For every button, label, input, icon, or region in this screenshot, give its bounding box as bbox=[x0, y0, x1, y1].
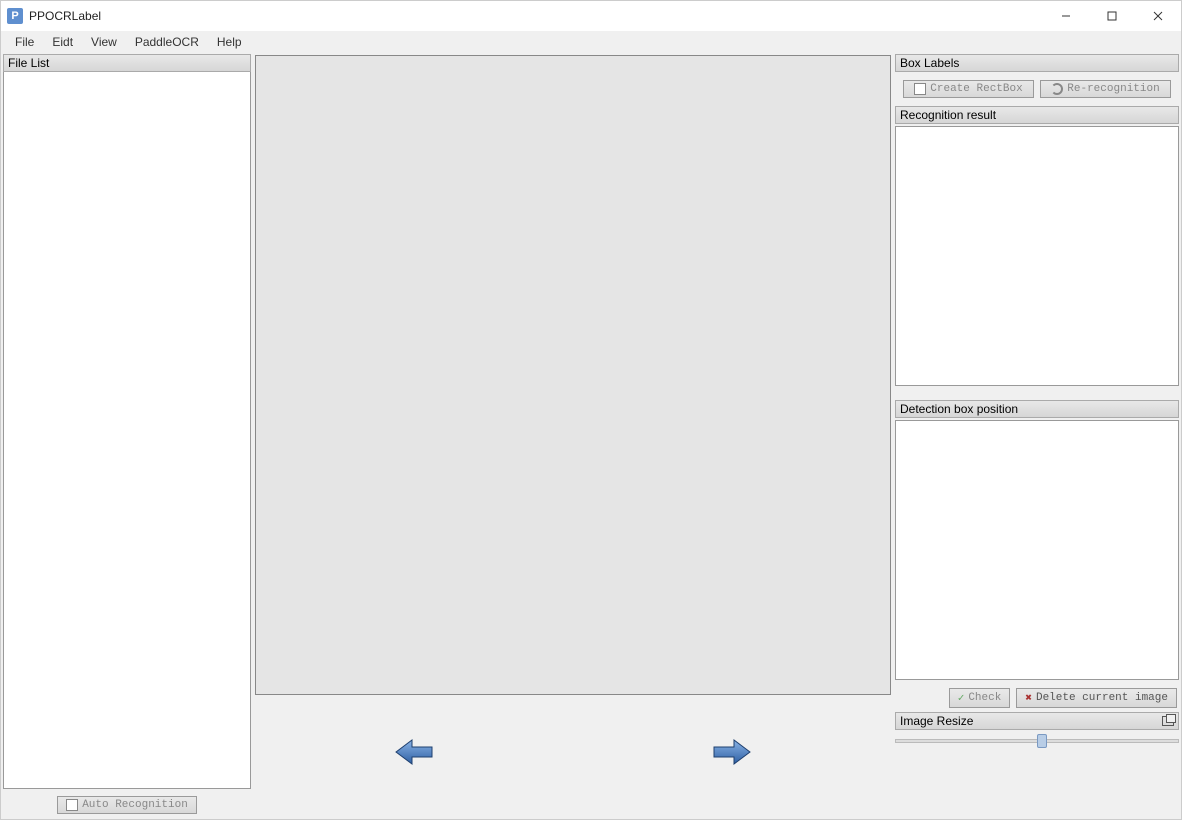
image-action-toolbar: ✓ Check ✖ Delete current image bbox=[895, 682, 1179, 710]
delete-image-button[interactable]: ✖ Delete current image bbox=[1016, 688, 1177, 708]
titlebar: P PPOCRLabel bbox=[1, 1, 1181, 31]
file-list[interactable] bbox=[3, 72, 251, 789]
check-icon: ✓ bbox=[958, 691, 965, 705]
delete-icon: ✖ bbox=[1025, 691, 1032, 705]
re-recognition-label: Re-recognition bbox=[1067, 83, 1159, 95]
slider-thumb[interactable] bbox=[1037, 734, 1047, 748]
arrow-right-icon bbox=[712, 737, 752, 767]
delete-label: Delete current image bbox=[1036, 692, 1168, 704]
maximize-icon bbox=[1107, 11, 1117, 21]
image-resize-label: Image Resize bbox=[900, 714, 1162, 728]
recognition-result-panel[interactable] bbox=[895, 126, 1179, 386]
detection-box-title: Detection box position bbox=[895, 400, 1179, 418]
recognition-result-title: Recognition result bbox=[895, 106, 1179, 124]
menu-paddleocr[interactable]: PaddleOCR bbox=[127, 33, 207, 51]
auto-recognition-button[interactable]: Auto Recognition bbox=[57, 796, 197, 814]
right-pane: Box Labels Create RectBox Re-recognition… bbox=[893, 53, 1181, 819]
arrow-left-icon bbox=[394, 737, 434, 767]
image-resize-slider[interactable] bbox=[895, 732, 1179, 750]
check-label: Check bbox=[968, 692, 1001, 704]
create-rectbox-button[interactable]: Create RectBox bbox=[903, 80, 1034, 98]
app-window: P PPOCRLabel File Eidt View PaddleOCR He… bbox=[0, 0, 1182, 820]
window-controls bbox=[1043, 1, 1181, 31]
minimize-icon bbox=[1061, 11, 1071, 21]
window-title: PPOCRLabel bbox=[29, 9, 1043, 23]
rectbox-icon bbox=[914, 83, 926, 95]
nav-arrows bbox=[255, 697, 891, 807]
file-list-title: File List bbox=[3, 54, 251, 72]
auto-recognition-icon bbox=[66, 799, 78, 811]
minimize-button[interactable] bbox=[1043, 1, 1089, 31]
re-recognition-button[interactable]: Re-recognition bbox=[1040, 80, 1171, 98]
canvas[interactable] bbox=[255, 55, 891, 695]
spacer bbox=[895, 388, 1179, 398]
undock-icon[interactable] bbox=[1162, 716, 1174, 726]
auto-recognition-label: Auto Recognition bbox=[82, 799, 188, 811]
box-labels-toolbar: Create RectBox Re-recognition bbox=[895, 74, 1179, 104]
detection-box-panel[interactable] bbox=[895, 420, 1179, 680]
close-button[interactable] bbox=[1135, 1, 1181, 31]
content: File List Auto Recognition bbox=[1, 53, 1181, 819]
left-pane: File List Auto Recognition bbox=[1, 53, 253, 819]
menubar: File Eidt View PaddleOCR Help bbox=[1, 31, 1181, 53]
create-rectbox-label: Create RectBox bbox=[930, 83, 1022, 95]
close-icon bbox=[1153, 11, 1163, 21]
left-toolbar: Auto Recognition bbox=[3, 789, 251, 817]
next-image-button[interactable] bbox=[712, 737, 752, 767]
maximize-button[interactable] bbox=[1089, 1, 1135, 31]
prev-image-button[interactable] bbox=[394, 737, 434, 767]
menu-help[interactable]: Help bbox=[209, 33, 250, 51]
center-pane bbox=[253, 53, 893, 819]
check-button[interactable]: ✓ Check bbox=[949, 688, 1011, 708]
box-labels-title: Box Labels bbox=[895, 54, 1179, 72]
menu-edit[interactable]: Eidt bbox=[44, 33, 81, 51]
image-resize-header: Image Resize bbox=[895, 712, 1179, 730]
menu-view[interactable]: View bbox=[83, 33, 125, 51]
menu-file[interactable]: File bbox=[7, 33, 42, 51]
reload-icon bbox=[1051, 83, 1063, 95]
app-icon: P bbox=[7, 8, 23, 24]
